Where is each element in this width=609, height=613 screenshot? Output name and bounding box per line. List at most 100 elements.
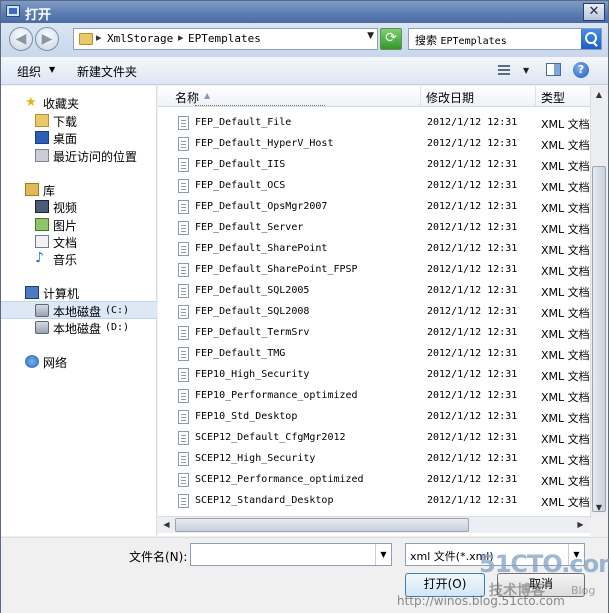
breadcrumb-xmlstorage[interactable]: XmlStorage (107, 32, 173, 45)
sidebar-item-videos[interactable]: 视频 (1, 198, 157, 216)
file-name: FEP_Default_IIS (195, 159, 286, 170)
view-mode-icon[interactable] (498, 65, 510, 75)
file-row[interactable]: FEP_Default_SQL2005 2012/1/12 12:31 XML 文档 (158, 281, 590, 302)
file-row[interactable]: FEP_Default_SQL2008 2012/1/12 12:31 XML 文档 (158, 302, 590, 323)
file-row[interactable]: SCEP12_High_Security 2012/1/12 12:31 XML 文… (158, 449, 590, 470)
computer-icon (25, 286, 39, 299)
cancel-button[interactable]: 取消 (497, 573, 585, 597)
file-type: XML 文档 (541, 265, 590, 278)
sidebar-item-drive-d[interactable]: 本地磁盘 (D:) (1, 319, 157, 337)
scroll-down-icon[interactable]: ▼ (591, 499, 607, 516)
file-type: XML 文档 (541, 307, 590, 320)
file-row[interactable]: FEP_Default_HyperV_Host 2012/1/12 12:31 XM… (158, 134, 590, 155)
column-divider[interactable] (535, 86, 536, 107)
view-dropdown-icon[interactable]: ▼ (523, 66, 529, 75)
sidebar-item-computer[interactable]: 计算机 (1, 284, 157, 302)
navigation-pane: ★ 收藏夹 下载 桌面 最近访问的位置 库 视频 图片 文档 ♪ 音乐 计算机 … (1, 86, 157, 536)
file-type-filter[interactable]: xml 文件(*.xml) ▼ (405, 543, 585, 566)
file-modified-date: 2012/1/12 12:31 (427, 201, 518, 212)
sidebar-item-pictures[interactable]: 图片 (1, 216, 157, 234)
new-folder-button[interactable]: 新建文件夹 (77, 63, 137, 80)
file-modified-date: 2012/1/12 12:31 (427, 453, 518, 464)
file-modified-date: 2012/1/12 12:31 (427, 138, 518, 149)
sidebar-item-music[interactable]: ♪ 音乐 (1, 250, 157, 268)
sidebar-item-desktop[interactable]: 桌面 (1, 129, 157, 147)
xml-file-icon (178, 284, 189, 298)
file-row[interactable]: SCEP12_Default_CfgMgr2012 2012/1/12 12:31… (158, 428, 590, 449)
search-icon[interactable] (581, 29, 601, 49)
file-type-dropdown-icon[interactable]: ▼ (568, 544, 584, 565)
sidebar-item-libraries[interactable]: 库 (1, 181, 157, 199)
file-row[interactable]: FEP_Default_SharePoint_FPSP 2012/1/12 12:… (158, 260, 590, 281)
file-type: XML 文档 (541, 496, 590, 509)
xml-file-icon (178, 221, 189, 235)
xml-file-icon (178, 494, 189, 508)
horizontal-scroll-thumb[interactable] (175, 518, 469, 532)
file-row[interactable]: SCEP12_Standard_Desktop 2012/1/12 12:31 XM… (158, 491, 590, 512)
sidebar-item-favorites[interactable]: ★ 收藏夹 (1, 94, 157, 112)
file-name: FEP_Default_OpsMgr2007 (195, 201, 328, 212)
open-button[interactable]: 打开(O) (405, 573, 485, 597)
back-button[interactable]: ◀ (9, 27, 33, 51)
scroll-left-icon[interactable]: ◀ (158, 517, 175, 533)
help-icon[interactable]: ? (573, 62, 589, 78)
sidebar-item-documents[interactable]: 文档 (1, 233, 157, 251)
horizontal-scrollbar[interactable]: ◀ ▶ (158, 516, 590, 533)
xml-file-icon (178, 347, 189, 361)
column-header-type[interactable]: 类型 (541, 89, 565, 106)
sidebar-item-network[interactable]: 网络 (1, 353, 157, 371)
file-row[interactable]: FEP_Default_OCS 2012/1/12 12:31 XML 文档 (158, 176, 590, 197)
file-row[interactable]: FEP_Default_TMG 2012/1/12 12:31 XML 文档 (158, 344, 590, 365)
sidebar-item-recent[interactable]: 最近访问的位置 (1, 147, 157, 165)
column-header-date[interactable]: 修改日期 (426, 89, 474, 106)
xml-file-icon (178, 410, 189, 424)
sidebar-item-drive-c[interactable]: 本地磁盘 (C:) (1, 301, 157, 319)
column-header-row: 名称 ▲ 修改日期 类型 (158, 86, 590, 107)
scroll-up-icon[interactable]: ▲ (591, 86, 607, 103)
file-row[interactable]: FEP_Default_File 2012/1/12 12:31 XML 文档 (158, 113, 590, 134)
address-dropdown-icon[interactable]: ▼ (367, 31, 374, 41)
file-modified-date: 2012/1/12 12:31 (427, 243, 518, 254)
file-row[interactable]: SCEP12_Performance_optimized 2012/1/12 12… (158, 470, 590, 491)
filename-dropdown-icon[interactable]: ▼ (375, 544, 391, 565)
scroll-right-icon[interactable]: ▶ (572, 517, 589, 533)
file-row[interactable]: FEP_Default_SharePoint 2012/1/12 12:31 XML… (158, 239, 590, 260)
sidebar-item-downloads[interactable]: 下载 (1, 112, 157, 130)
filename-field[interactable]: ▼ (190, 543, 392, 566)
xml-file-icon (178, 452, 189, 466)
file-modified-date: 2012/1/12 12:31 (427, 411, 518, 422)
file-row[interactable]: FEP10_Std_Desktop 2012/1/12 12:31 XML 文档 (158, 407, 590, 428)
file-row[interactable]: FEP_Default_TermSrv 2012/1/12 12:31 XML 文档 (158, 323, 590, 344)
file-name: FEP_Default_File (195, 117, 292, 128)
address-bar[interactable]: ▸ XmlStorage ▸ EPTemplates ▼ (73, 28, 378, 50)
vertical-scroll-thumb[interactable] (592, 166, 606, 512)
xml-file-icon (178, 368, 189, 382)
file-name: FEP_Default_SQL2005 (195, 285, 310, 296)
search-term: EPTemplates (440, 36, 507, 47)
breadcrumb-separator[interactable]: ▸ (96, 31, 102, 44)
preview-pane-icon[interactable] (546, 63, 561, 76)
search-input[interactable]: 搜索 EPTemplates (408, 28, 602, 50)
pictures-icon (35, 218, 49, 231)
file-row[interactable]: FEP_Default_Server 2012/1/12 12:31 XML 文档 (158, 218, 590, 239)
file-name: FEP_Default_TMG (195, 348, 286, 359)
forward-button[interactable]: ▶ (35, 27, 59, 51)
close-button[interactable]: ✕ (583, 3, 605, 21)
refresh-button[interactable]: ⟳ (380, 28, 402, 50)
organize-dropdown-icon[interactable]: ▼ (49, 65, 55, 74)
column-divider[interactable] (420, 86, 421, 107)
breadcrumb-eptemplates[interactable]: EPTemplates (188, 32, 261, 45)
file-type: XML 文档 (541, 244, 590, 257)
file-row[interactable]: FEP_Default_IIS 2012/1/12 12:31 XML 文档 (158, 155, 590, 176)
file-name: FEP_Default_SharePoint (195, 243, 328, 254)
file-name: SCEP12_High_Security (195, 453, 316, 464)
breadcrumb-separator[interactable]: ▸ (178, 31, 184, 44)
organize-menu[interactable]: 组织 (17, 63, 41, 80)
file-row[interactable]: FEP10_High_Security 2012/1/12 12:31 XML 文档 (158, 365, 590, 386)
vertical-scrollbar[interactable]: ▲ ▼ (590, 86, 607, 518)
file-row[interactable]: FEP10_Performance_optimized 2012/1/12 12:… (158, 386, 590, 407)
file-modified-date: 2012/1/12 12:31 (427, 159, 518, 170)
column-header-name[interactable]: 名称 (175, 89, 199, 106)
file-row[interactable]: FEP_Default_OpsMgr2007 2012/1/12 12:31 XML… (158, 197, 590, 218)
file-type: XML 文档 (541, 370, 590, 383)
